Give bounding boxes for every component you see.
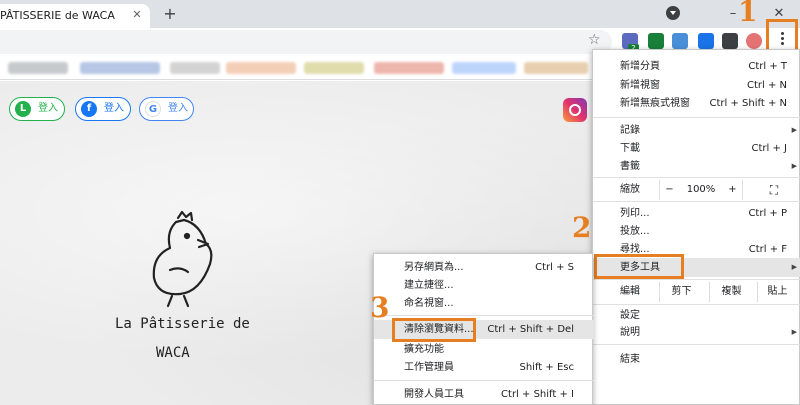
bookmark-item[interactable]	[80, 62, 160, 74]
submenu-item-create-shortcut[interactable]: 建立捷徑...	[374, 276, 594, 295]
fullscreen-icon[interactable]: ⛶	[763, 180, 785, 200]
menu-item-new-window[interactable]: 新增視窗 Ctrl + N	[593, 76, 800, 95]
menu-item-exit[interactable]: 結束	[593, 350, 800, 369]
menu-separator	[374, 380, 594, 381]
more-tools-highlight	[594, 254, 684, 279]
submenu-arrow-icon: ▶	[791, 126, 797, 134]
submenu-arrow-icon: ▶	[791, 328, 797, 336]
instagram-icon[interactable]	[563, 98, 587, 122]
zoom-label: 縮放	[620, 184, 640, 195]
menu-separator	[593, 117, 800, 118]
kebab-menu-icon	[781, 31, 784, 46]
bookmark-extension-icon[interactable]	[648, 33, 664, 49]
google-icon: G	[145, 101, 161, 117]
menu-separator	[593, 344, 800, 345]
login-label: 登入	[38, 103, 58, 114]
bookmark-item[interactable]	[170, 62, 220, 74]
menu-separator	[593, 201, 800, 202]
bookmark-item[interactable]	[524, 62, 588, 74]
edit-label: 編輯	[620, 286, 640, 297]
address-bar[interactable]	[0, 30, 612, 54]
bookmark-item[interactable]	[452, 62, 516, 74]
step-number-1: 1	[738, 0, 758, 28]
menu-item-incognito[interactable]: 新增無痕式視窗 Ctrl + Shift + N	[593, 94, 800, 113]
tab-strip: PÂTISSERIE de WACA ✕ + – ✕	[0, 0, 800, 28]
login-label: 登入	[168, 103, 188, 114]
facebook-icon: f	[81, 101, 97, 117]
paste-button[interactable]: 貼上	[757, 282, 797, 302]
logo-text-line2: WACA	[156, 345, 190, 361]
bookmark-star-icon[interactable]: ☆	[588, 32, 601, 48]
step-number-2: 2	[572, 211, 592, 244]
submenu-item-task-manager[interactable]: 工作管理員 Shift + Esc	[374, 358, 594, 377]
menu-item-cast[interactable]: 投放...	[593, 222, 800, 241]
copy-button[interactable]: 複製	[709, 282, 753, 302]
submenu-item-extensions[interactable]: 擴充功能	[374, 340, 594, 359]
tab-title: PÂTISSERIE de WACA	[0, 9, 115, 22]
chrome-main-menu: 新增分頁 Ctrl + T 新增視窗 Ctrl + N 新增無痕式視窗 Ctrl…	[592, 49, 800, 405]
step-number-3: 3	[370, 291, 390, 324]
line-icon: L	[15, 101, 31, 117]
menu-item-downloads[interactable]: 下載 Ctrl + J	[593, 139, 800, 158]
menu-separator	[374, 315, 594, 316]
submenu-item-save-page[interactable]: 另存網頁為... Ctrl + S	[374, 258, 594, 277]
bird-logo-icon	[152, 210, 213, 308]
menu-separator	[593, 177, 800, 178]
google-login-button[interactable]: G 登入	[139, 97, 194, 121]
zoom-row: 縮放 − 100% + ⛶	[593, 180, 800, 200]
cut-button[interactable]: 剪下	[659, 282, 703, 302]
zoom-in-button[interactable]: +	[723, 180, 743, 200]
submenu-item-name-window[interactable]: 命名視窗...	[374, 294, 594, 313]
puzzle-extensions-icon[interactable]	[722, 33, 738, 49]
logo-text-line1: La Pâtisserie de	[115, 316, 250, 332]
translate-extension-icon[interactable]	[672, 33, 688, 49]
menu-item-help[interactable]: 說明 ▶	[593, 323, 800, 342]
bookmark-item[interactable]	[304, 62, 364, 74]
zoom-value: 100%	[686, 184, 716, 195]
menu-item-print[interactable]: 列印... Ctrl + P	[593, 204, 800, 223]
active-tab[interactable]: PÂTISSERIE de WACA ✕	[0, 4, 150, 28]
reader-extension-icon[interactable]	[698, 33, 714, 49]
clear-data-highlight	[392, 318, 476, 342]
menu-item-history[interactable]: 記錄 ▶	[593, 121, 800, 140]
bookmark-item[interactable]	[226, 62, 296, 74]
new-tab-button[interactable]: +	[160, 4, 180, 24]
profile-avatar[interactable]	[746, 33, 762, 49]
submenu-arrow-icon: ▶	[791, 162, 797, 170]
submenu-item-devtools[interactable]: 開發人員工具 Ctrl + Shift + I	[374, 385, 594, 404]
zoom-out-button[interactable]: −	[659, 180, 679, 200]
menu-item-new-tab[interactable]: 新增分頁 Ctrl + T	[593, 57, 800, 76]
line-login-button[interactable]: L 登入	[9, 97, 65, 121]
tab-search-icon[interactable]	[666, 6, 680, 20]
edit-row: 編輯 剪下 複製 貼上	[593, 281, 800, 303]
menu-separator	[593, 304, 800, 305]
facebook-login-button[interactable]: f 登入	[75, 97, 131, 121]
bookmark-item[interactable]	[8, 62, 68, 74]
login-label: 登入	[104, 103, 124, 114]
tab-close-icon[interactable]: ✕	[128, 6, 146, 24]
menu-separator	[593, 279, 800, 280]
bookmark-item[interactable]	[374, 62, 444, 74]
submenu-arrow-icon: ▶	[791, 263, 797, 271]
menu-item-bookmarks[interactable]: 書籤 ▶	[593, 157, 800, 176]
